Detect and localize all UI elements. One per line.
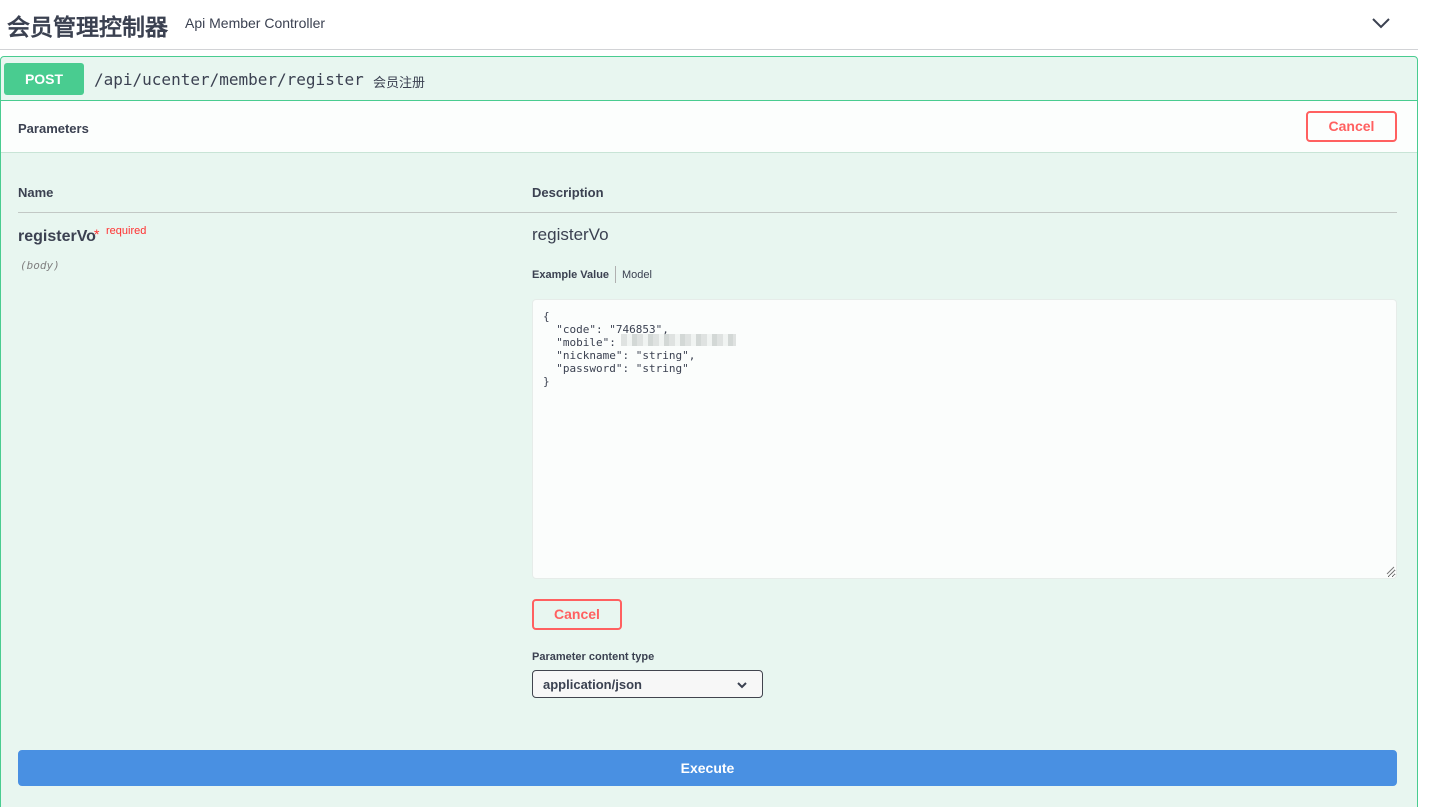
param-name: registerVo: [18, 228, 96, 245]
operation-summary[interactable]: POST /api/ucenter/member/register 会员注册: [1, 57, 1417, 101]
column-header-name: Name: [18, 185, 54, 200]
tag-description: Api Member Controller: [185, 15, 326, 31]
tag-header[interactable]: 会员管理控制器 Api Member Controller: [0, 0, 1418, 50]
column-header-description: Description: [532, 185, 604, 200]
tab-separator: [615, 266, 616, 283]
required-label: required: [106, 225, 147, 237]
content-type-value: application/json: [543, 677, 642, 692]
method-badge: POST: [4, 63, 84, 95]
resize-grip-icon[interactable]: [1385, 565, 1395, 575]
tab-model[interactable]: Model: [622, 269, 652, 281]
cancel-try-button[interactable]: Cancel: [1306, 111, 1397, 142]
chevron-down-icon[interactable]: [1370, 12, 1392, 34]
header-divider: [18, 212, 1397, 213]
redacted-mobile-mask: [621, 334, 736, 346]
tab-example-value[interactable]: Example Value: [532, 269, 609, 281]
param-description: registerVo: [532, 225, 609, 244]
tag-name: 会员管理控制器: [7, 15, 168, 41]
required-star: *: [94, 226, 100, 242]
parameters-title: Parameters: [18, 121, 89, 136]
operation-path: /api/ucenter/member/register: [94, 70, 364, 89]
content-type-select[interactable]: application/json: [532, 670, 763, 698]
content-type-label: Parameter content type: [532, 651, 655, 663]
chevron-down-icon: [737, 682, 747, 689]
cancel-edit-button[interactable]: Cancel: [532, 599, 622, 630]
param-location: (body): [20, 259, 60, 272]
parameters-header: Parameters Cancel: [1, 101, 1417, 153]
operation-summary-text: 会员注册: [373, 76, 426, 91]
operation-block: POST /api/ucenter/member/register 会员注册 P…: [0, 56, 1418, 807]
execute-button[interactable]: Execute: [18, 750, 1397, 786]
